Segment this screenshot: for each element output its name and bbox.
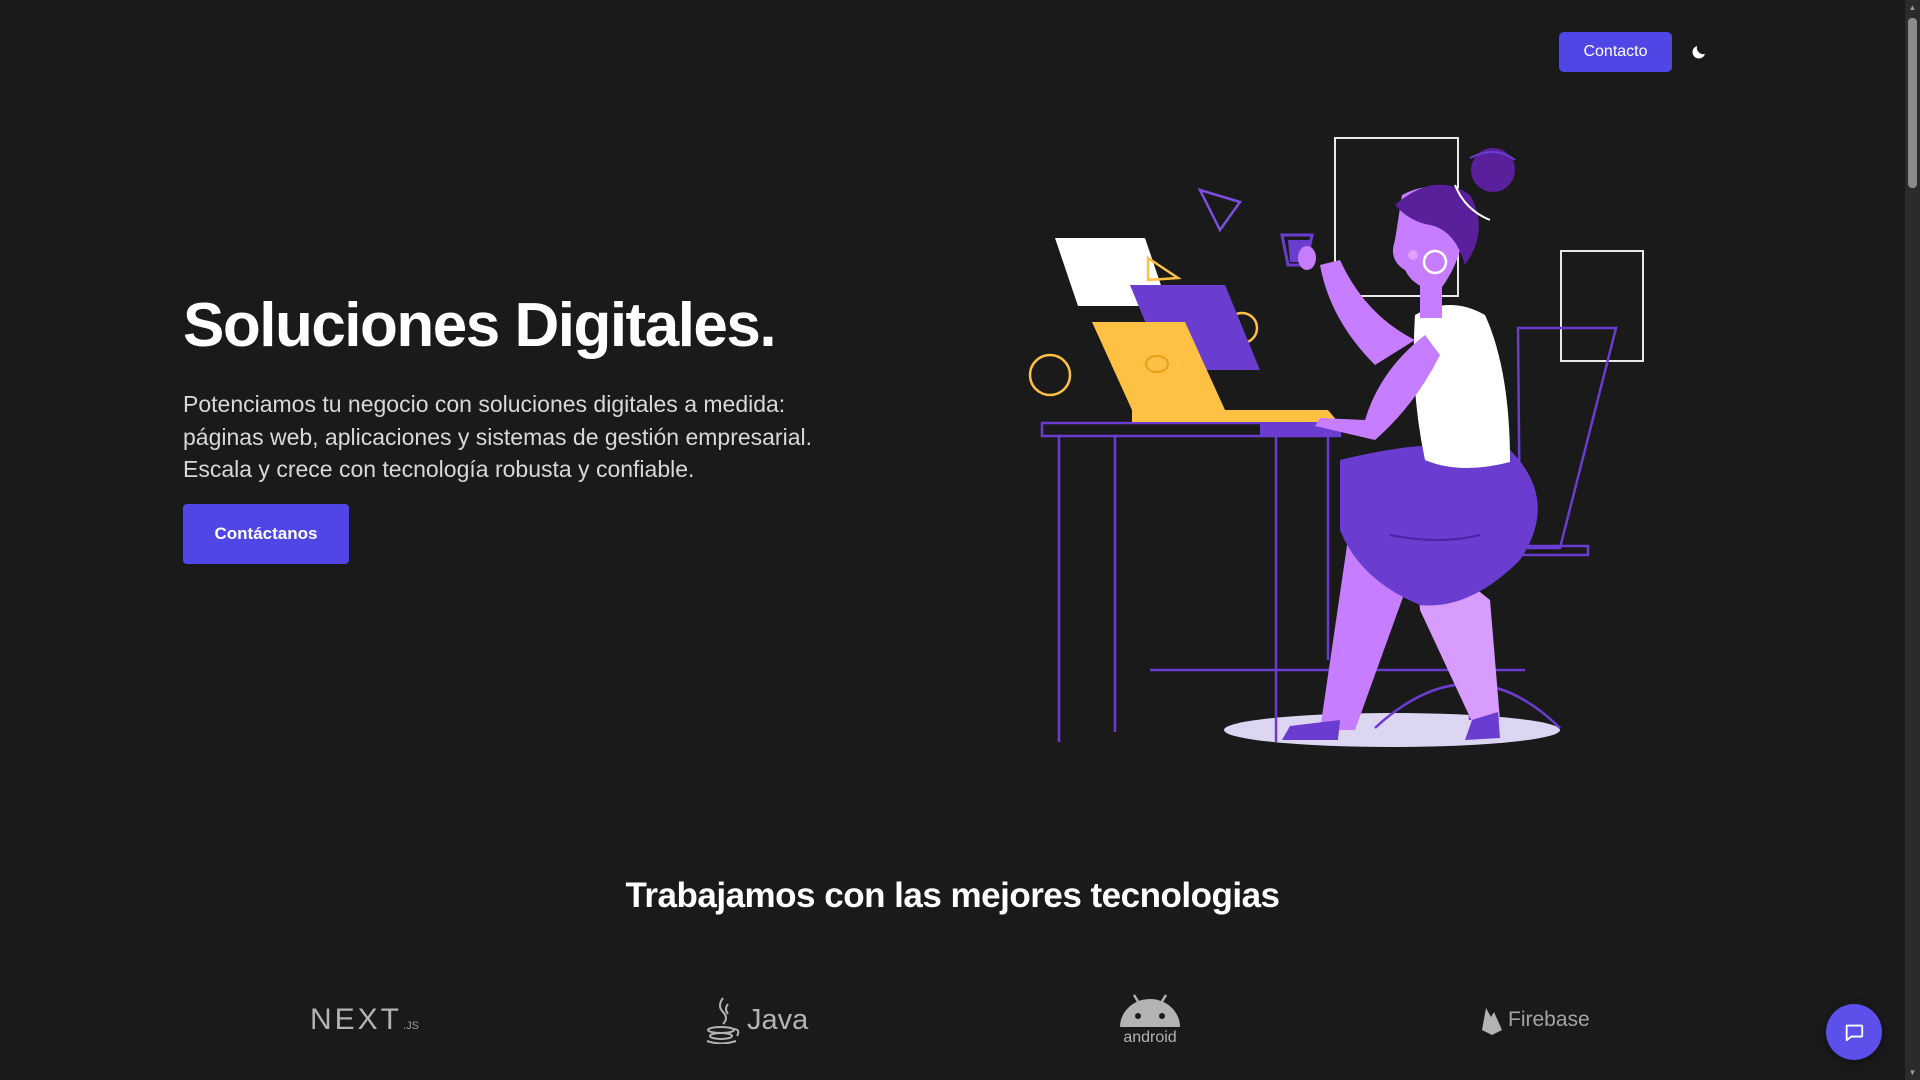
scrollbar-thumb[interactable]	[1908, 18, 1917, 188]
triangle-shape	[1197, 187, 1243, 233]
technologies-heading: Trabajamos con las mejores tecnologias	[625, 876, 1280, 915]
person-arm	[1320, 260, 1415, 365]
frame-shape	[1560, 250, 1644, 362]
java-logo: Java	[703, 990, 808, 1050]
nextjs-logo-suffix: .JS	[403, 1020, 419, 1032]
android-logo: android	[1118, 990, 1182, 1050]
contact-cta-button[interactable]: Contáctanos	[183, 504, 349, 564]
hero-description-line: Escala y crece con tecnología robusta y …	[183, 456, 695, 482]
chat-bubble-icon	[1845, 1024, 1864, 1042]
hero-description-line: páginas web, aplicaciones y sistemas de …	[183, 423, 812, 450]
chat-button[interactable]	[1826, 1004, 1882, 1060]
person-shirt	[1413, 305, 1510, 469]
vertical-scrollbar[interactable]: ▲ ▼	[1905, 0, 1920, 1080]
nextjs-logo-text: NEXT	[310, 1003, 403, 1036]
java-cup-icon	[706, 997, 740, 1044]
android-logo-text: android	[1123, 1029, 1177, 1046]
scroll-up-arrow-icon[interactable]: ▲	[1905, 0, 1920, 15]
firebase-logo-text: Firebase	[1508, 1008, 1590, 1031]
hero-description-line: Potenciamos tu negocio con soluciones di…	[183, 391, 786, 417]
theme-toggle-moon-icon[interactable]	[1686, 39, 1712, 65]
moon-icon	[1692, 46, 1705, 59]
floor-shadow	[1224, 713, 1560, 747]
firebase-logo: Firebase	[1480, 990, 1590, 1050]
circle-shape	[1028, 353, 1072, 397]
android-robot-icon	[1120, 994, 1180, 1027]
person-cheek	[1408, 250, 1418, 260]
scroll-down-arrow-icon[interactable]: ▼	[1905, 1065, 1920, 1080]
java-logo-text: Java	[747, 1003, 809, 1036]
contact-button[interactable]: Contacto	[1559, 32, 1672, 72]
hero-title: Soluciones Digitales.	[183, 291, 777, 360]
page: Contacto Soluciones Digitales. Potenciam…	[0, 0, 1905, 1080]
hero-description: Potenciamos tu negocio con soluciones di…	[183, 388, 863, 486]
nextjs-logo: NEXT .JS	[310, 990, 419, 1050]
firebase-flame-icon	[1482, 1008, 1502, 1035]
woman-at-desk-illustration	[1028, 137, 1644, 747]
laptop-base	[1132, 410, 1338, 422]
person-hand	[1298, 246, 1316, 270]
